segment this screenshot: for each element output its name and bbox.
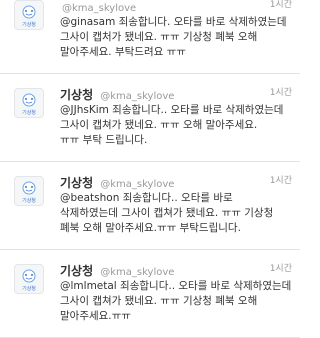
tweet-line: 그사이 캡쳐가 됐네요. ㅠㅠ 기상청 폐북 오해 bbox=[60, 295, 258, 307]
tweet-text: @lmlmetal 죄송합니다.. 오타를 바로 삭제하였는데 그사이 캡쳐가 … bbox=[60, 279, 292, 324]
tweet-line: @lmlmetal 죄송합니다.. 오타를 바로 삭제하였는데 bbox=[60, 280, 292, 292]
tweet-line: 삭제하였는데 그사이 캡쳐가 됐네요. ㅠㅠ 기상청 bbox=[60, 207, 274, 219]
timestamp: 1시간 bbox=[269, 0, 292, 10]
avatar-label: 기상청 bbox=[22, 22, 36, 28]
author-handle[interactable]: @kma_skylove bbox=[100, 179, 174, 190]
avatar[interactable]: 기상청 bbox=[14, 88, 44, 118]
tweet-item[interactable]: 기상청 기상청 @kma_skylove 1시간 @JJhsKim 죄송합니다.… bbox=[0, 74, 300, 162]
author-handle[interactable]: @kma_skylove bbox=[62, 3, 136, 14]
tweet-line: @ginasam 죄송합니다. 오타를 바로 삭제하였는데 bbox=[60, 16, 287, 28]
tweet-line: 폐북 오해 말아주세요.ㅠㅠ 부탁드립니다. bbox=[60, 222, 241, 234]
tweet-item[interactable]: 기상청 기상청 @kma_skylove 1시간 @lmlmetal 죄송합니다… bbox=[0, 250, 300, 338]
tweet-line: 말아주세요. 부탁드려요 ㅠㅠ bbox=[60, 46, 186, 58]
avatar-label: 기상청 bbox=[22, 286, 36, 292]
tweet-item[interactable]: 기상청 @kma_skylove 1시간 @ginasam 죄송합니다. 오타를… bbox=[0, 0, 300, 74]
tweet-text: @ginasam 죄송합니다. 오타를 바로 삭제하였는데 그사이 캡처가 됐네… bbox=[60, 15, 290, 60]
author-name[interactable]: 기상청 bbox=[60, 176, 93, 190]
timestamp: 1시간 bbox=[269, 88, 292, 98]
tweet-line: 그사이 캡쳐가 됐네요. ㅠㅠ 오해 말아주세요. bbox=[60, 119, 258, 131]
avatar[interactable]: 기상청 bbox=[14, 264, 44, 294]
author-handle[interactable]: @kma_skylove bbox=[100, 91, 174, 102]
tweet-line: 말아주세요.ㅠㅠ bbox=[60, 310, 131, 322]
tweet-line: @JJhsKim 죄송합니다.. 오타를 바로 삭제하였는데 bbox=[60, 104, 284, 116]
tweet-text: @beatshon 죄송합니다.. 오타를 바로 삭제하였는데 그사이 캡쳐가 … bbox=[60, 191, 290, 236]
tweet-text: @JJhsKim 죄송합니다.. 오타를 바로 삭제하였는데 그사이 캡쳐가 됐… bbox=[60, 103, 290, 148]
tweet-feed: 기상청 @kma_skylove 1시간 @ginasam 죄송합니다. 오타를… bbox=[0, 0, 300, 338]
avatar-label: 기상청 bbox=[22, 110, 36, 116]
author-name[interactable]: 기상청 bbox=[60, 88, 93, 102]
tweet-item[interactable]: 기상청 기상청 @kma_skylove 1시간 @beatshon 죄송합니다… bbox=[0, 162, 300, 250]
tweet-line: ㅠㅠ 부탁 드립니다. bbox=[60, 134, 148, 146]
timestamp: 1시간 bbox=[269, 264, 292, 274]
avatar[interactable]: 기상청 bbox=[14, 176, 44, 206]
avatar-label: 기상청 bbox=[22, 198, 36, 204]
avatar[interactable]: 기상청 bbox=[14, 0, 44, 30]
tweet-line: @beatshon 죄송합니다.. 오타를 바로 bbox=[60, 192, 233, 204]
author-handle[interactable]: @kma_skylove bbox=[100, 267, 174, 278]
tweet-line: 그사이 캡처가 됐네요. ㅠㅠ 기상청 폐북 오해 bbox=[60, 31, 258, 43]
author-name[interactable]: 기상청 bbox=[60, 264, 93, 278]
timestamp: 1시간 bbox=[269, 176, 292, 186]
